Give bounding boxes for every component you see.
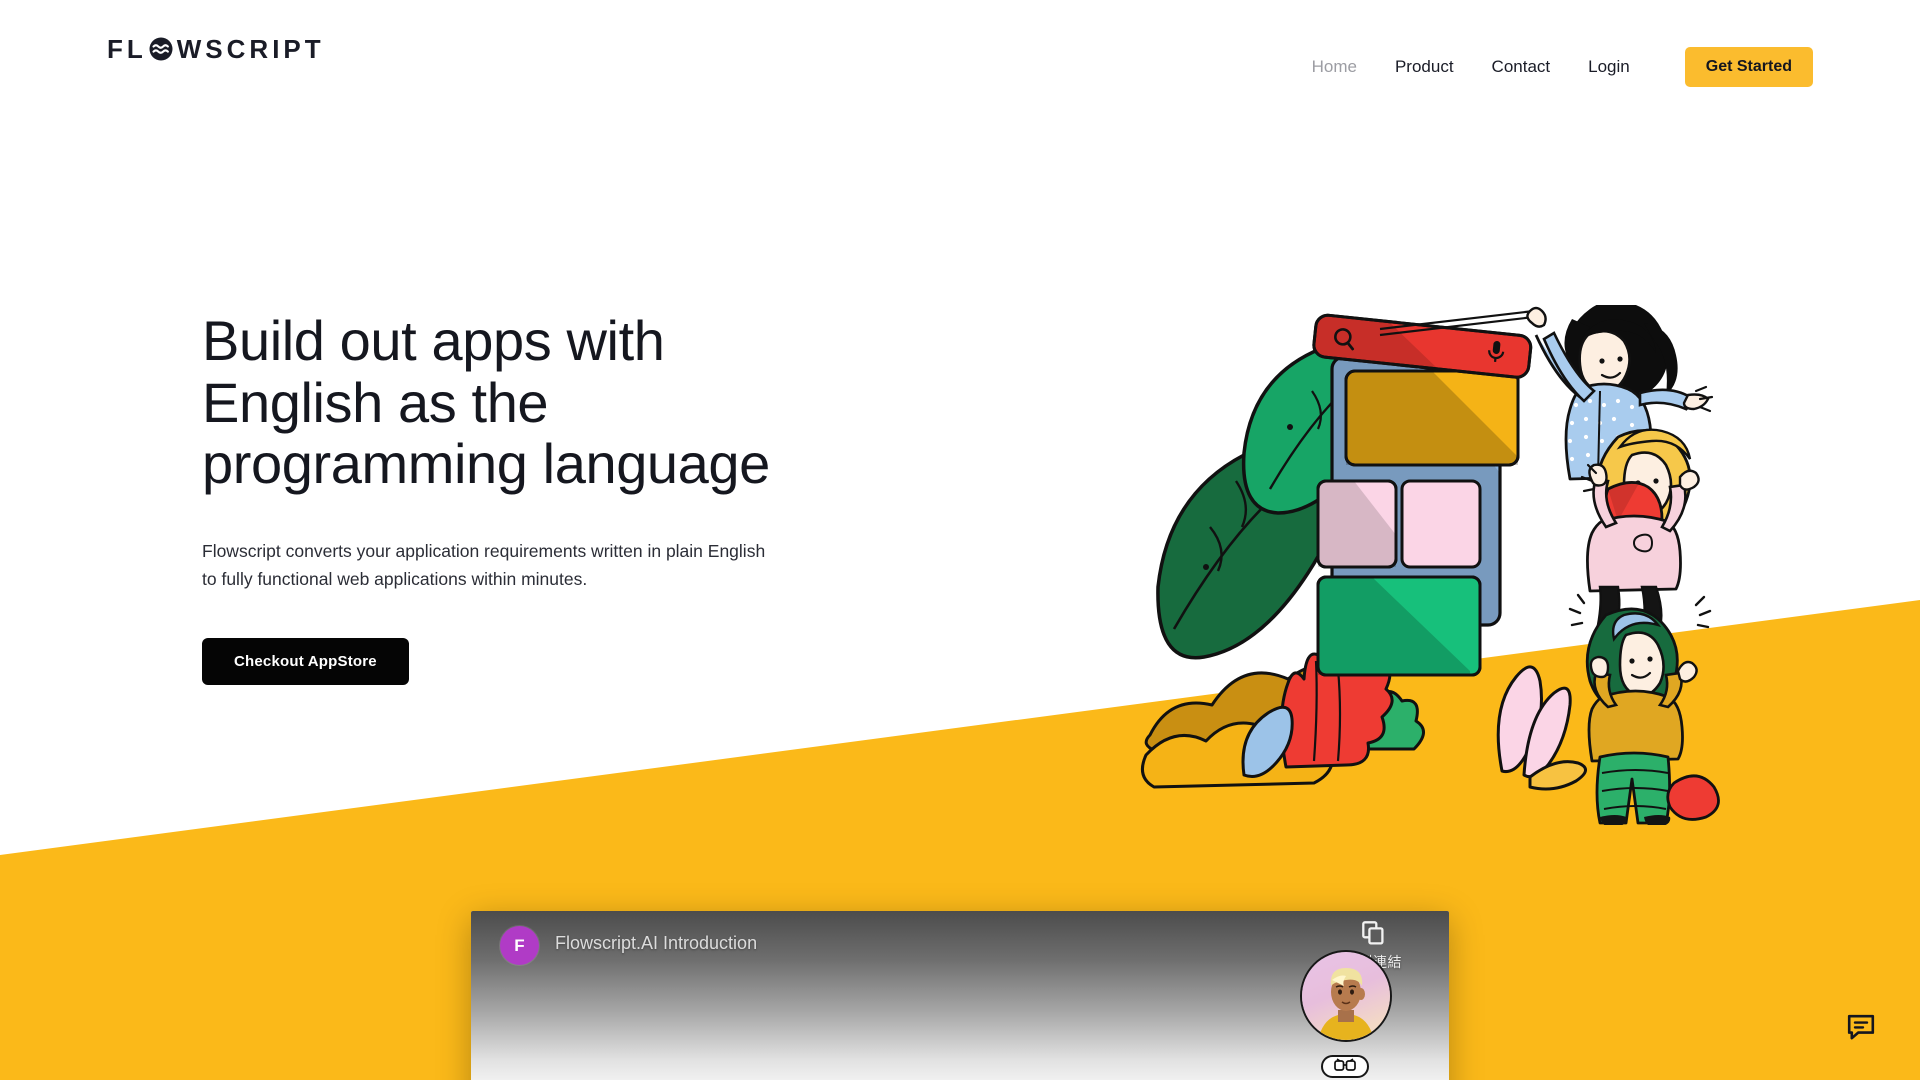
get-started-button[interactable]: Get Started (1684, 47, 1813, 87)
hero-subtext: Flowscript converts your application req… (202, 540, 766, 590)
site-header: FL WSCRIPT Home Product Contact Login Ge… (0, 0, 1920, 130)
video-channel-avatar[interactable]: F (500, 926, 539, 965)
hero-section: Build out apps with English as the progr… (202, 310, 882, 686)
nav-item-home[interactable]: Home (1293, 52, 1376, 82)
logo-text-right: WSCRIPT (176, 34, 325, 64)
hero-heading-line-2: English as the (202, 370, 549, 434)
hero-heading-line-1: Build out apps with (202, 309, 665, 372)
main-navigation: Home Product Contact Login Get Started (1293, 47, 1813, 87)
nav-item-product[interactable]: Product (1376, 52, 1473, 82)
binoculars-view-button[interactable] (1321, 1055, 1369, 1078)
wave-circle-icon (148, 36, 174, 62)
logo-text-left: FL (107, 34, 147, 64)
video-thumbnail-avatar[interactable] (1300, 950, 1392, 1042)
chat-bubble-button[interactable] (1844, 1012, 1878, 1046)
hero-heading-line-3: programming language (202, 432, 770, 496)
hero-heading: Build out apps with English as the progr… (202, 310, 882, 495)
brand-logo[interactable]: FL WSCRIPT (107, 36, 325, 62)
video-player-card[interactable]: F Flowscript.AI Introduction 複製連結 (471, 911, 1449, 1080)
hero-illustration (1140, 305, 1740, 825)
chat-bubble-icon (1847, 1014, 1875, 1045)
nav-item-contact[interactable]: Contact (1473, 52, 1570, 82)
copy-icon (1337, 921, 1409, 945)
nav-item-login[interactable]: Login (1569, 52, 1649, 82)
landing-page: FL WSCRIPT Home Product Contact Login Ge… (0, 0, 1920, 1080)
checkout-appstore-button[interactable]: Checkout AppStore (202, 638, 409, 686)
video-title: Flowscript.AI Introduction (555, 933, 758, 953)
binoculars-icon (1334, 1057, 1356, 1076)
